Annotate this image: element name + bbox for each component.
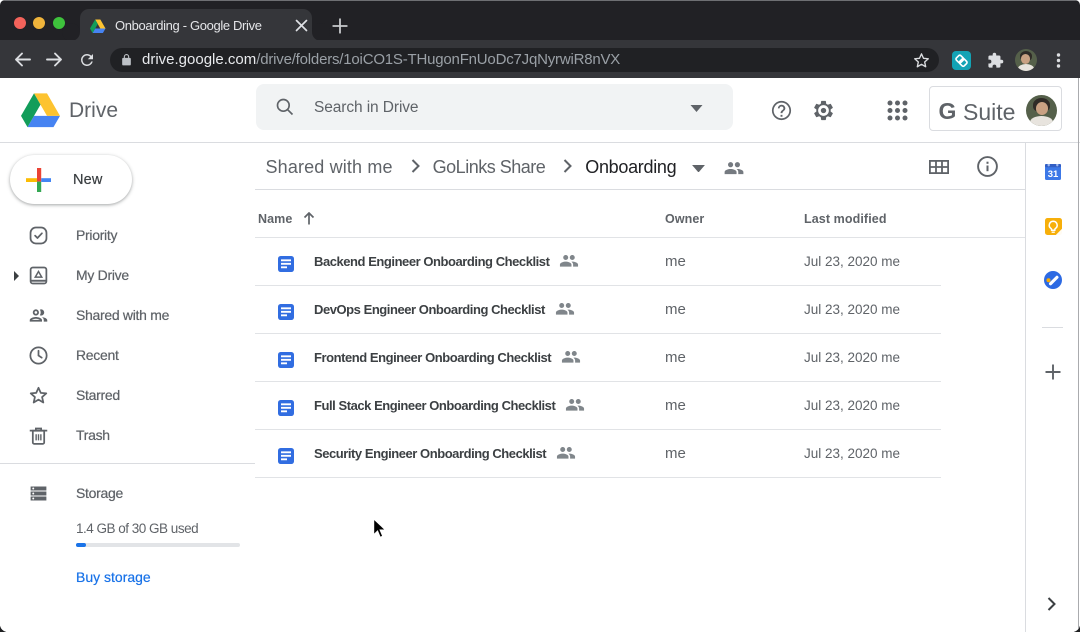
- svg-text:31: 31: [1048, 169, 1059, 180]
